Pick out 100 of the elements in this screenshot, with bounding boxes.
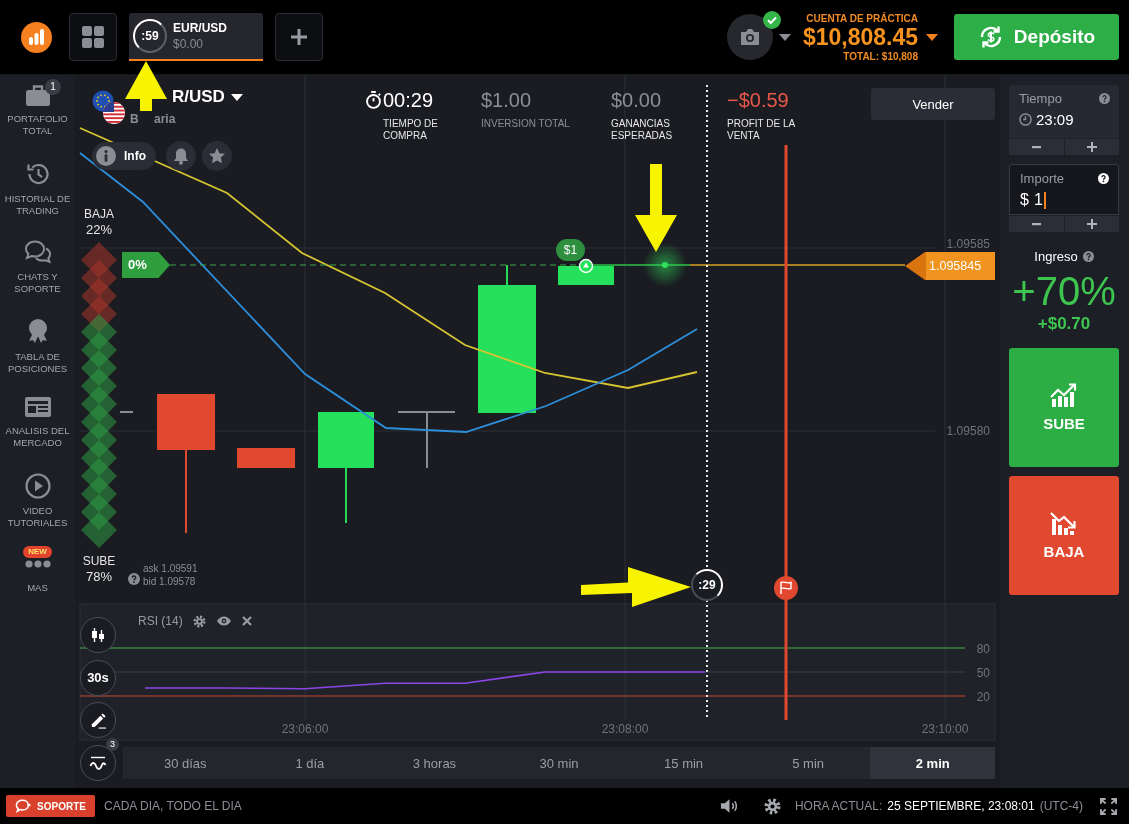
caret-icon[interactable] xyxy=(778,33,791,41)
time-range-tab[interactable]: 2 min xyxy=(870,747,996,779)
indicator-name: RSI (14) xyxy=(138,614,183,628)
clock-label: HORA ACTUAL: xyxy=(794,799,883,813)
count-badge: 1 xyxy=(45,79,61,95)
amount-field[interactable]: Importe $ 1 xyxy=(1009,164,1119,215)
add-tab-button[interactable] xyxy=(275,13,323,61)
field-label: Importe xyxy=(1020,171,1065,186)
grid-icon xyxy=(82,26,104,48)
investment-bubble[interactable]: $1 xyxy=(556,239,585,261)
briefcase-icon xyxy=(24,83,51,107)
history-clock-icon xyxy=(24,161,51,187)
settings-icon[interactable] xyxy=(192,614,206,628)
stat-label: GANANCIAS ESPERADAS xyxy=(611,118,674,142)
axis-label: 50 xyxy=(976,665,990,680)
time-range-tab[interactable]: 15 min xyxy=(621,747,746,779)
apps-button[interactable] xyxy=(69,13,117,61)
minus-icon xyxy=(1031,222,1041,226)
time-range-tab[interactable]: 5 min xyxy=(745,747,871,779)
increase-button[interactable] xyxy=(1064,216,1119,232)
asset-type: aria xyxy=(154,112,176,126)
stopwatch-icon xyxy=(365,91,382,109)
up-arrow-circle-icon xyxy=(578,258,594,274)
chart-down-icon xyxy=(1050,511,1078,535)
sidebar-item[interactable]: HISTORIAL DE TRADING xyxy=(0,153,75,231)
newspaper-icon xyxy=(23,395,52,419)
countdown-timer: :59 xyxy=(133,19,167,53)
support-button[interactable]: SOPORTE xyxy=(6,795,95,817)
chat-icon xyxy=(15,799,32,813)
axis-label: 23:06:00 xyxy=(281,722,329,736)
candle xyxy=(558,266,614,285)
plus-icon xyxy=(290,28,308,46)
increase-button[interactable] xyxy=(1064,139,1119,155)
stat-label: INVERSION TOTAL xyxy=(481,118,570,130)
star-icon xyxy=(208,147,226,165)
amount-value: 1 xyxy=(1033,191,1043,209)
stat-label: TIEMPO DE COMPRA xyxy=(383,118,439,142)
wave-icon xyxy=(89,755,107,770)
sidebar-item[interactable]: CHATS Y SOPORTE xyxy=(0,231,75,309)
logo-icon[interactable] xyxy=(21,21,52,53)
sidebar-item[interactable]: NEW MAS xyxy=(0,543,75,621)
decrease-button[interactable] xyxy=(1009,216,1064,232)
sentiment-share: 78% xyxy=(86,569,112,585)
time-range-tab[interactable]: 1 día xyxy=(247,747,373,779)
minus-icon xyxy=(1031,145,1041,149)
play-circle-icon xyxy=(24,473,51,499)
notification-button[interactable] xyxy=(166,141,196,171)
finish-flag-icon xyxy=(774,576,798,600)
candle xyxy=(397,411,456,469)
sidebar-item[interactable]: 1 PORTAFOLIO TOTAL xyxy=(0,75,75,153)
asset-tab[interactable]: :59 EUR/USD $0.00 xyxy=(129,13,263,61)
countdown-timer: :29 xyxy=(691,569,723,601)
new-badge: NEW xyxy=(23,546,52,558)
expiry-time-field[interactable]: Tiempo 23:09 xyxy=(1009,85,1119,138)
help-icon[interactable] xyxy=(1098,173,1109,184)
stat-label: PROFIT DE LA VENTA xyxy=(727,118,796,142)
pencil-icon xyxy=(89,711,107,729)
entry-tag: 0% xyxy=(122,252,170,278)
time-range-tab[interactable]: 3 horas xyxy=(372,747,497,779)
payout-percent: +70% xyxy=(1011,268,1117,314)
bell-icon xyxy=(172,147,190,165)
eye-icon[interactable] xyxy=(215,616,232,626)
favorite-button[interactable] xyxy=(202,141,232,171)
chat-bubbles-icon xyxy=(23,239,52,265)
sidebar-item[interactable]: TABLA DE POSICIONES xyxy=(0,309,75,387)
timezone: (UTC-4) xyxy=(1039,799,1083,813)
stat-value: $1.00 xyxy=(481,88,532,112)
price-axis-label: 1.09580 xyxy=(946,424,990,438)
settings-icon[interactable] xyxy=(763,797,781,815)
sentiment-label: SUBE xyxy=(82,554,116,569)
payout-label: Ingreso xyxy=(1034,249,1078,264)
fullscreen-icon[interactable] xyxy=(1100,797,1117,815)
put-button[interactable]: BAJA xyxy=(1009,476,1119,595)
axis-label: 23:08:00 xyxy=(601,722,649,736)
caret-icon[interactable] xyxy=(926,33,938,41)
time-range-tab[interactable]: 30 días xyxy=(123,747,248,779)
info-button[interactable]: Info xyxy=(92,142,156,170)
speaker-icon[interactable] xyxy=(719,798,739,814)
asset-selector[interactable]: R/USD xyxy=(172,87,243,107)
plus-icon xyxy=(1086,219,1097,229)
time-range-tab[interactable]: 30 min xyxy=(496,747,622,779)
sidebar-item[interactable]: ANALISIS DEL MERCADO xyxy=(0,387,75,465)
account-balance[interactable]: $10,808.45 xyxy=(802,23,918,51)
camera-icon xyxy=(738,28,761,46)
close-icon[interactable] xyxy=(241,616,252,626)
sell-button[interactable]: Vender xyxy=(871,88,995,120)
profile-photo-button[interactable] xyxy=(726,14,773,60)
stat-value: −$0.59 xyxy=(727,88,789,112)
decrease-button[interactable] xyxy=(1009,139,1064,155)
pointer-arrow xyxy=(125,61,167,111)
asset-type: B xyxy=(130,112,139,126)
payout-amount: +$0.70 xyxy=(1036,314,1092,334)
expiry-time-value: 23:09 xyxy=(1036,111,1074,128)
sidebar-item[interactable]: VIDEO TUTORIALES xyxy=(0,465,75,543)
glow-dot-icon xyxy=(643,243,687,287)
clock-value: 25 SEPTIEMBRE, 23:08:01 xyxy=(887,799,1035,813)
axis-label: 23:10:00 xyxy=(921,722,969,736)
plus-icon xyxy=(1086,142,1097,152)
axis-label: 80 xyxy=(976,641,990,656)
clock-icon xyxy=(1019,113,1032,126)
